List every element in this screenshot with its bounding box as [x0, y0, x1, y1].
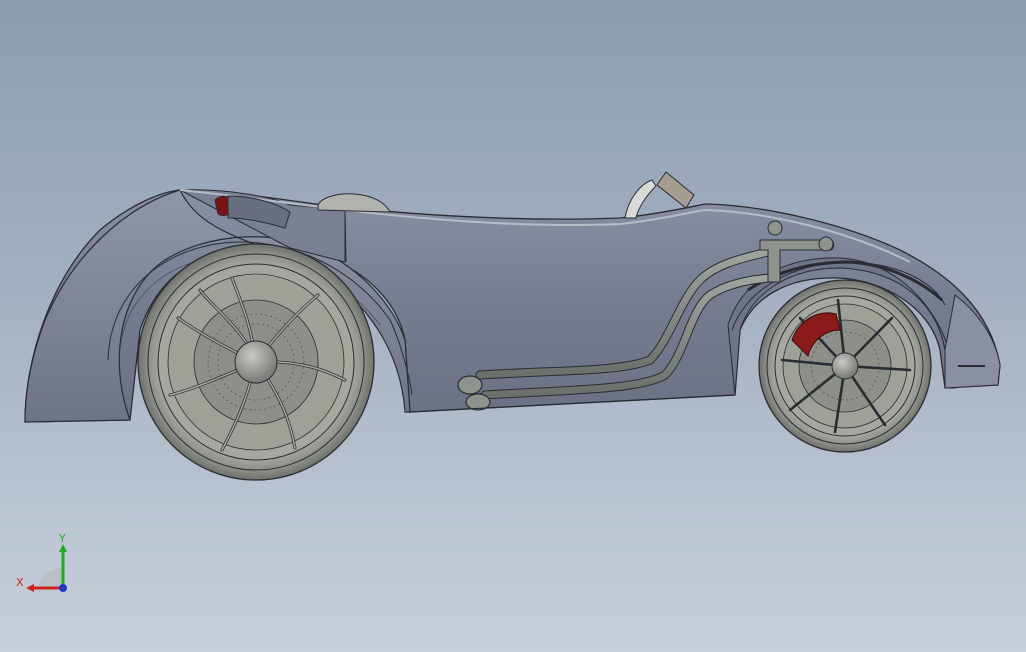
- rear-hub-cap: [831, 352, 859, 380]
- triad-plane-shade: [38, 568, 63, 588]
- headrest: [656, 171, 695, 209]
- rear-wheel: [758, 279, 932, 453]
- orientation-triad[interactable]: Y X: [10, 528, 80, 598]
- exhaust-cap-right: [818, 236, 834, 252]
- triad-y-label: Y: [58, 532, 66, 545]
- exhaust-cap-top: [767, 220, 783, 236]
- front-wheel: [137, 243, 375, 481]
- front-hub-cap: [234, 340, 278, 384]
- triad-z-axis: [59, 584, 67, 592]
- triad-x-label: X: [16, 576, 24, 589]
- spare-wheel: [317, 193, 391, 213]
- triad-x-arrow: [26, 584, 34, 592]
- triad-y-arrow: [59, 544, 67, 552]
- exhaust-tip-upper: [457, 375, 483, 395]
- graphics-viewport[interactable]: Y X: [0, 0, 1026, 652]
- seat-back: [624, 179, 657, 219]
- car-model[interactable]: [0, 0, 1026, 652]
